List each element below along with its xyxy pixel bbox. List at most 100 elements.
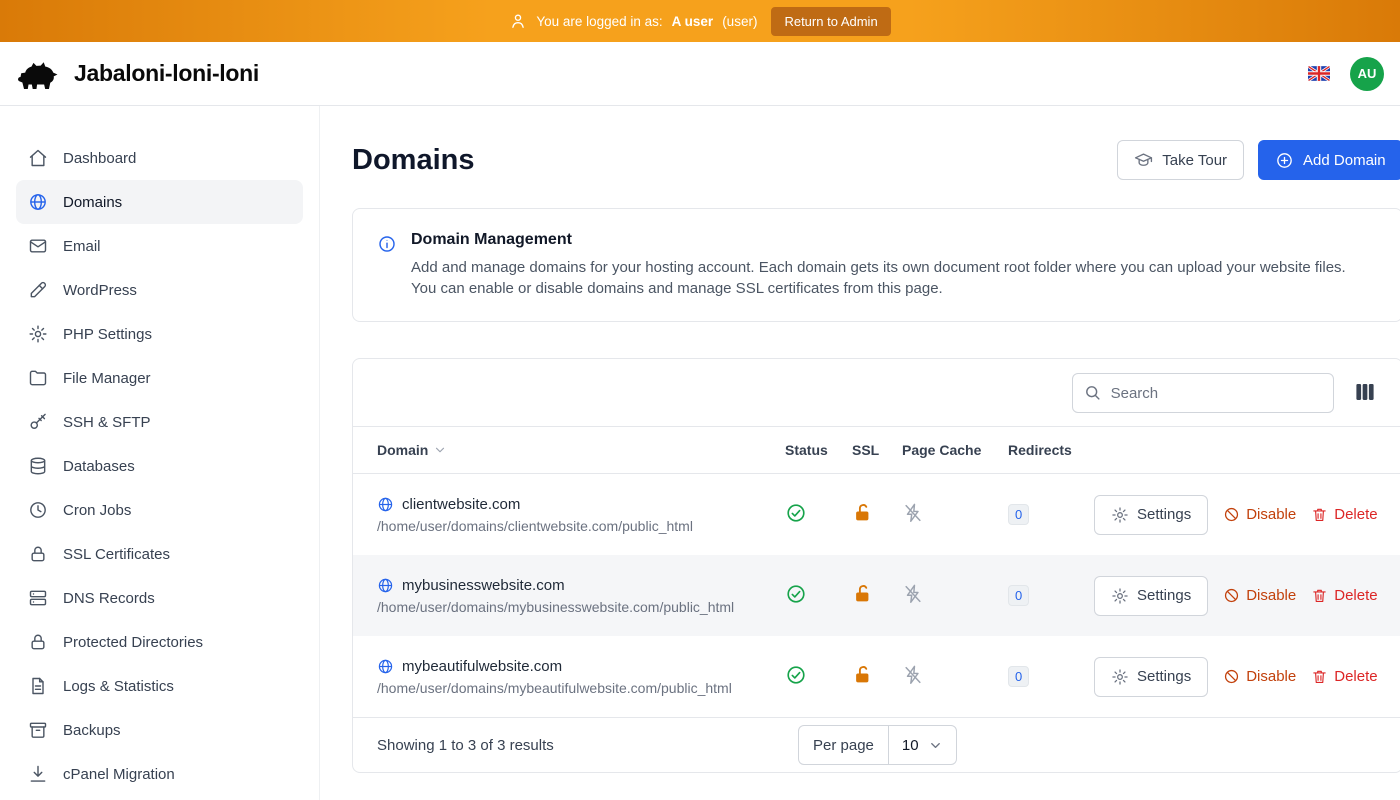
add-domain-label: Add Domain (1303, 152, 1386, 169)
gear-icon (1111, 668, 1129, 686)
column-header-domain[interactable]: Domain (377, 442, 785, 458)
document-root-path: /home/user/domains/mybeautifulwebsite.co… (377, 680, 785, 696)
gear-icon (1111, 587, 1129, 605)
per-page-select[interactable]: Per page 10 (798, 725, 957, 765)
ban-icon (1223, 506, 1240, 523)
sidebar-item-domains[interactable]: Domains (16, 180, 303, 224)
sidebar-item-label: WordPress (63, 282, 137, 299)
sidebar-item-protected-directories[interactable]: Protected Directories (16, 620, 303, 664)
globe-icon (28, 192, 48, 212)
ssl-unlocked-icon (852, 583, 874, 605)
boar-logo-icon (16, 56, 64, 92)
sidebar-item-label: Databases (63, 458, 135, 475)
sidebar-item-ssl-certificates[interactable]: SSL Certificates (16, 532, 303, 576)
sidebar-item-ssh-sftp[interactable]: SSH & SFTP (16, 400, 303, 444)
take-tour-button[interactable]: Take Tour (1117, 140, 1244, 180)
graduation-cap-icon (1134, 151, 1153, 170)
gear-icon (1111, 506, 1129, 524)
per-page-value: 10 (902, 737, 919, 754)
domain-name: mybeautifulwebsite.com (402, 658, 562, 675)
delete-button[interactable]: Delete (1311, 668, 1377, 685)
sidebar-item-cpanel-migration[interactable]: cPanel Migration (16, 752, 303, 796)
download-icon (28, 764, 48, 784)
sidebar-item-label: Email (63, 238, 101, 255)
search-box (1072, 373, 1334, 413)
sidebar-item-label: Logs & Statistics (63, 678, 174, 695)
return-to-admin-button[interactable]: Return to Admin (771, 7, 890, 36)
globe-icon (377, 577, 394, 594)
sidebar-item-databases[interactable]: Databases (16, 444, 303, 488)
sidebar-item-label: SSH & SFTP (63, 414, 151, 431)
delete-button[interactable]: Delete (1311, 506, 1377, 523)
sidebar-item-label: Backups (63, 722, 121, 739)
search-input[interactable] (1072, 373, 1334, 413)
impersonation-prefix: You are logged in as: (536, 14, 662, 29)
column-settings-button[interactable] (1350, 378, 1380, 408)
user-avatar[interactable]: AU (1350, 57, 1384, 91)
table-footer: Showing 1 to 3 of 3 results Per page 10 (353, 717, 1400, 772)
settings-button[interactable]: Settings (1094, 657, 1208, 697)
sidebar-item-label: Protected Directories (63, 634, 203, 651)
sidebar-item-label: File Manager (63, 370, 151, 387)
clock-icon (28, 500, 48, 520)
database-icon (28, 456, 48, 476)
table-row: mybusinesswebsite.com /home/user/domains… (353, 555, 1400, 636)
impersonation-role: (user) (722, 14, 757, 29)
app-header: Jabaloni-loni-loni AU (0, 42, 1400, 106)
status-enabled-icon (785, 583, 807, 605)
info-icon (377, 234, 397, 254)
sidebar: Dashboard Domains Email WordPress PHP Se… (0, 106, 320, 800)
brand: Jabaloni-loni-loni (16, 56, 259, 92)
document-icon (28, 676, 48, 696)
lock-icon (28, 544, 48, 564)
main-content: Domains Take Tour Add Domain Domain Mana… (320, 106, 1400, 800)
document-root-path: /home/user/domains/mybusinesswebsite.com… (377, 599, 785, 615)
settings-button[interactable]: Settings (1094, 495, 1208, 535)
info-card-title: Domain Management (411, 231, 1351, 249)
mail-icon (28, 236, 48, 256)
chevron-down-icon (928, 738, 943, 753)
delete-button[interactable]: Delete (1311, 587, 1377, 604)
trash-icon (1311, 506, 1328, 523)
sidebar-item-dashboard[interactable]: Dashboard (16, 136, 303, 180)
user-icon (509, 12, 527, 30)
domain-management-info-card: Domain Management Add and manage domains… (352, 208, 1400, 322)
sidebar-item-file-manager[interactable]: File Manager (16, 356, 303, 400)
pencil-icon (28, 280, 48, 300)
redirects-count-badge: 0 (1008, 666, 1029, 687)
folder-icon (28, 368, 48, 388)
disable-button[interactable]: Disable (1223, 587, 1296, 604)
server-icon (28, 588, 48, 608)
status-enabled-icon (785, 502, 807, 524)
globe-icon (377, 496, 394, 513)
gear-icon (28, 324, 48, 344)
ban-icon (1223, 668, 1240, 685)
sidebar-item-cron-jobs[interactable]: Cron Jobs (16, 488, 303, 532)
redirects-count-badge: 0 (1008, 504, 1029, 525)
sidebar-item-logs-statistics[interactable]: Logs & Statistics (16, 664, 303, 708)
column-header-redirects: Redirects (1008, 442, 1094, 458)
disable-button[interactable]: Disable (1223, 668, 1296, 685)
home-icon (28, 148, 48, 168)
ssl-unlocked-icon (852, 502, 874, 524)
globe-icon (377, 658, 394, 675)
ssl-unlocked-icon (852, 664, 874, 686)
trash-icon (1311, 668, 1328, 685)
page-title: Domains (352, 144, 474, 177)
table-row: clientwebsite.com /home/user/domains/cli… (353, 474, 1400, 555)
impersonation-bar: You are logged in as: A user (user) Retu… (0, 0, 1400, 42)
sidebar-item-email[interactable]: Email (16, 224, 303, 268)
settings-button[interactable]: Settings (1094, 576, 1208, 616)
impersonation-username: A user (672, 14, 714, 29)
sidebar-item-backups[interactable]: Backups (16, 708, 303, 752)
search-icon (1083, 383, 1102, 402)
add-domain-button[interactable]: Add Domain (1258, 140, 1400, 180)
sidebar-item-wordpress[interactable]: WordPress (16, 268, 303, 312)
table-row: mybeautifulwebsite.com /home/user/domain… (353, 636, 1400, 717)
status-enabled-icon (785, 664, 807, 686)
language-flag-icon[interactable] (1308, 66, 1330, 81)
sidebar-item-dns-records[interactable]: DNS Records (16, 576, 303, 620)
disable-button[interactable]: Disable (1223, 506, 1296, 523)
sidebar-item-php-settings[interactable]: PHP Settings (16, 312, 303, 356)
archive-icon (28, 720, 48, 740)
